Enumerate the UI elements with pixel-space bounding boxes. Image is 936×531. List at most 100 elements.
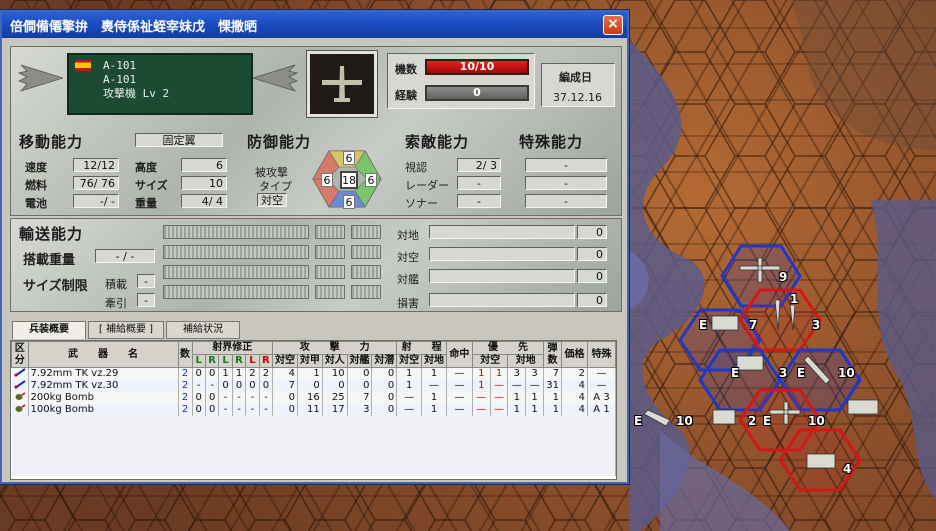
target-ship-label: 対艦	[397, 273, 419, 286]
tab-weapons[interactable]: 兵装概要	[12, 321, 86, 339]
transport-slot	[315, 225, 345, 239]
weapon-name: 200kg Bomb	[28, 392, 179, 404]
table-row[interactable]: 7.92mm TK vz.30 2- -0 0 0 0 7 0 0 0 0 1— —1— — —31 4—	[11, 380, 616, 392]
col-ammo: 弾数	[543, 341, 562, 368]
col-atk-air: 対空	[272, 354, 298, 368]
col-sight: 射界修正	[191, 341, 274, 355]
weapon-count: 2	[178, 392, 193, 404]
sight-value: 0	[245, 380, 260, 392]
ammo-value: 7	[543, 367, 562, 380]
attack-value: 17	[322, 404, 348, 416]
special-value: A 1	[587, 404, 616, 416]
sight-value: 0	[192, 367, 206, 380]
priority-air-2: 1	[490, 367, 509, 380]
sight-value: -	[259, 392, 274, 404]
weapon-count: 2	[178, 367, 193, 380]
experience-bar: 0	[425, 85, 529, 101]
target-air-label: 対空	[397, 251, 419, 264]
sight-value: 0	[205, 404, 220, 416]
transport-slot	[351, 265, 381, 279]
priority-ground-2: —	[525, 380, 544, 392]
col-attack: 攻 撃 力	[272, 341, 398, 355]
size-value: 10	[181, 176, 227, 190]
range-air: —	[396, 392, 423, 404]
map-unit-label: 1	[790, 292, 799, 306]
special-slot-2: -	[525, 176, 607, 190]
special-heading: 特殊能力	[519, 133, 584, 151]
unit-type: 攻撃機 Lv 2	[103, 87, 170, 100]
target-air-bar	[429, 247, 575, 261]
sight-value: -	[205, 380, 220, 392]
ammo-value: 31	[543, 380, 562, 392]
attack-value: 0	[371, 367, 398, 380]
table-row[interactable]: 100kg Bomb 2 0 0- - - -0 11 17 3 0—1— — —1 1 1 4 A 1	[11, 404, 616, 416]
tab-supply-overview[interactable]: [ 補給概要 ]	[88, 321, 164, 339]
priority-ground-1: 1	[507, 404, 527, 416]
col-kubun: 区分	[11, 341, 29, 368]
count-bar: 10/10	[425, 59, 529, 75]
sonar-label: ソナー	[405, 197, 438, 210]
range-ground: —	[421, 380, 447, 392]
map-unit-label: E	[731, 366, 740, 380]
empty-row	[11, 436, 616, 446]
map-unit-label: E	[763, 414, 772, 428]
attack-type-value: 対空	[257, 193, 287, 207]
priority-air-1: —	[472, 404, 491, 416]
target-air-value: 0	[577, 247, 607, 261]
close-button[interactable]: ×	[603, 15, 623, 35]
size-label: サイズ	[135, 179, 168, 192]
sight-value: -	[218, 392, 233, 404]
window-titlebar[interactable]: 倍僴備僊擎拚 軣侍係祉蛭宰妹戊 惈撒晒 ×	[2, 12, 627, 38]
col-range-ground: 対地	[421, 354, 447, 368]
defense-right: 6	[365, 173, 377, 187]
transport-slot	[351, 225, 381, 239]
empty-cell	[11, 416, 616, 426]
table-row[interactable]: 200kg Bomb 2 0 0- - - -0 16 25 7 0—1— — —1 1 1 4 A 3	[11, 392, 616, 404]
col-special: 特殊	[587, 341, 616, 368]
transport-slot	[315, 245, 345, 259]
hit-value: —	[446, 392, 473, 404]
movement-heading: 移動能力	[19, 133, 84, 151]
sight-value: 2	[245, 367, 260, 380]
col-priority-ground: 対地	[507, 354, 544, 368]
sight-value: 0	[205, 367, 220, 380]
col-atk-ship: 対艦	[346, 354, 373, 368]
attack-type-label-2: タイプ	[259, 180, 292, 193]
radar-label: レーダー	[405, 179, 449, 192]
sonar-value: -	[457, 194, 501, 208]
range-air: 1	[396, 380, 423, 392]
priority-ground-2: 1	[525, 392, 544, 404]
map-unit-label: 10	[676, 414, 693, 428]
priority-air-1: —	[472, 392, 491, 404]
tow-value: -	[137, 293, 155, 307]
damage-bar	[429, 293, 575, 307]
special-slot-1: -	[525, 158, 607, 172]
attack-value: 1	[297, 367, 323, 380]
window-title: 倍僴備僊擎拚 軣侍係祉蛭宰妹戊 惈撒晒	[10, 20, 258, 35]
fuel-label: 燃料	[25, 179, 47, 192]
fuel-value: 76/ 76	[73, 176, 119, 190]
sight-value: 2	[259, 367, 274, 380]
col-sight-r: R	[204, 354, 220, 368]
search-heading: 索敵能力	[405, 133, 470, 151]
col-range-air: 対空	[396, 354, 423, 368]
map-unit-label: 3	[812, 318, 821, 332]
hit-value: —	[446, 380, 473, 392]
priority-air-1: 1	[472, 367, 491, 380]
col-hit: 命中	[445, 341, 473, 368]
empty-cell	[11, 426, 616, 436]
transport-slot	[351, 245, 381, 259]
range-ground: 1	[421, 367, 447, 380]
speed-label: 速度	[25, 161, 47, 174]
attack-value: 0	[322, 380, 348, 392]
sight-value: -	[232, 404, 247, 416]
map-unit-label: 9	[779, 270, 788, 284]
col-weapon-name: 武 器 名	[27, 341, 179, 368]
table-row[interactable]: 7.92mm TK vz.29 2 0 0 1 1 2 2 4 1 10 0 0 1 1—1 1 3 3 7 2—	[11, 367, 616, 380]
weapon-count: 2	[178, 404, 193, 416]
sight-value: -	[259, 404, 274, 416]
tab-supply-status[interactable]: 補給状況	[166, 321, 240, 339]
empty-cell	[11, 466, 616, 476]
defense-center: 18	[340, 171, 358, 189]
col-price: 価格	[561, 341, 588, 368]
